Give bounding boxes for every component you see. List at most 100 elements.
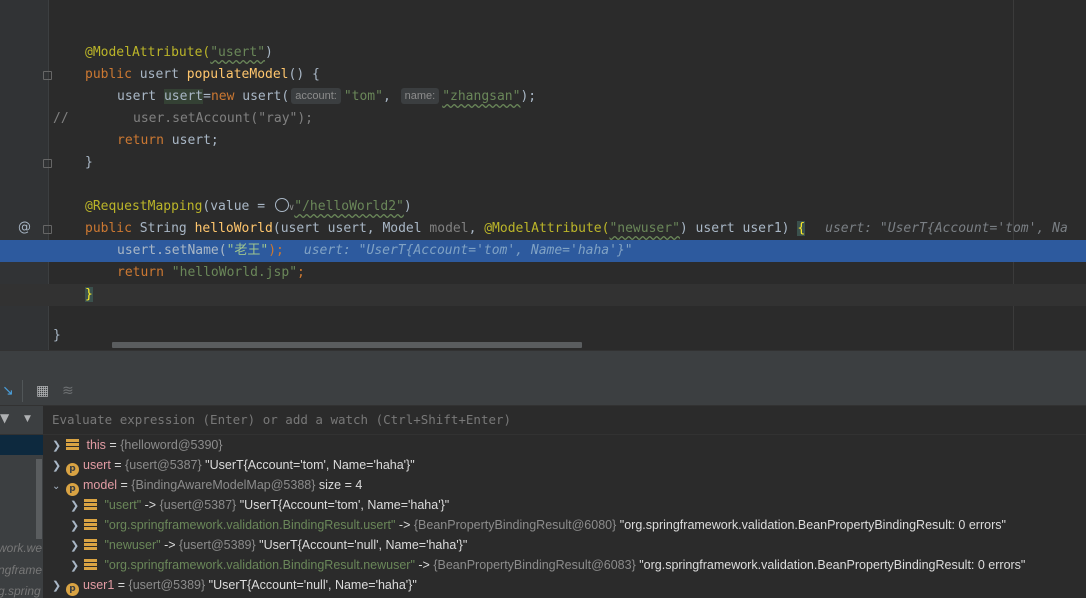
code-text: usert (117, 89, 164, 104)
code-text: usert (139, 67, 187, 82)
variables-panel[interactable]: ❯ this = {helloword@5390} ❯ p usert = {use… (44, 435, 1086, 598)
evaluate-input[interactable]: Evaluate expression (Enter) or add a wat… (52, 412, 511, 427)
code-text: (value = (202, 199, 273, 214)
code-text: ); (520, 89, 537, 104)
code-text: usert; (171, 133, 219, 148)
variable-row[interactable]: ❯ p user1 = {usert@5389} "UserT{Account='n… (52, 575, 417, 596)
frames-toolbar: ▼ ▼ (0, 406, 43, 434)
map-entry-row[interactable]: ❯ "org.springframework.validation.Bindin… (70, 555, 1025, 575)
step-out-icon[interactable]: ↘ (2, 383, 14, 399)
variable: usert (163, 89, 204, 104)
frames-panel[interactable]: work.we ngframe g.spring (0, 435, 43, 598)
map-key: "usert" (104, 498, 142, 512)
map-entry-row[interactable]: ❯ "usert" -> {usert@5387} "UserT{Account… (70, 495, 449, 515)
chevron-right-icon[interactable]: ❯ (70, 496, 84, 516)
string-literal: "helloWorld.jsp" (171, 265, 298, 280)
variable-type: {usert@5389} (179, 538, 256, 552)
parameter-hint: account: (291, 88, 341, 104)
trace-icon[interactable]: ≋ (62, 383, 74, 399)
frame-item[interactable]: work.we (0, 541, 42, 555)
horizontal-scrollbar[interactable] (112, 342, 582, 348)
variable-type: {BindingAwareModelMap@5388} (131, 478, 316, 492)
code-text: usert.setName( (117, 243, 227, 258)
code-text: String (139, 221, 195, 236)
code-line[interactable]: public String helloWorld(usert usert, Mo… (0, 218, 1086, 240)
variable-value: "UserT{Account='null', Name='haha'}" (208, 578, 417, 592)
map-entry-row[interactable]: ❯ "org.springframework.validation.Bindin… (70, 515, 1006, 535)
code-line[interactable]: usert usert=new usert(account: "tom", nam… (0, 86, 1086, 108)
variable-row[interactable]: ⌄ p model = {BindingAwareModelMap@5388} si… (52, 475, 362, 497)
variable-type: {usert@5387} (159, 498, 237, 512)
variable-value: "org.springframework.validation.BeanProp… (619, 518, 1006, 532)
map-key: "org.springframework.validation.BindingR… (104, 558, 415, 572)
filter-icon[interactable]: ▼ (0, 411, 9, 425)
code-line[interactable]: // user.setAccount("ray"); (0, 108, 1086, 130)
matched-brace: } (85, 287, 93, 302)
annotation: @ModelAttribute( (484, 221, 610, 236)
p-icon: p (66, 583, 79, 596)
code-editor[interactable]: @ @ModelAttribute("usert") public usert … (0, 0, 1086, 350)
code-line[interactable]: return usert; (0, 130, 1086, 152)
annotation: @ModelAttribute( (85, 45, 211, 60)
inline-debug-value: usert: "UserT{Account='tom', Name='haha'… (303, 243, 633, 258)
list-icon (84, 499, 97, 510)
method-name: populateModel (186, 67, 289, 82)
debug-toolbar: ↘ ▦ ≋ (0, 379, 1086, 406)
selected-frame[interactable] (0, 435, 43, 455)
code-line[interactable]: return "helloWorld.jsp"; (0, 262, 1086, 284)
frame-item[interactable]: g.spring (0, 584, 41, 598)
chevron-down-icon[interactable]: ▼ (24, 414, 31, 424)
chevron-right-icon[interactable]: ❯ (70, 516, 84, 536)
code-text: ) (265, 45, 273, 60)
chevron-right-icon[interactable]: ❯ (70, 556, 84, 576)
chevron-right-icon[interactable]: ❯ (52, 576, 66, 596)
equals-sign: = (117, 478, 132, 492)
chevron-down-icon[interactable]: ⌄ (52, 477, 66, 497)
code-text: usert( (242, 89, 290, 104)
code-text: ) (403, 199, 412, 214)
variable-name: model (83, 478, 118, 492)
code-text: , (382, 89, 399, 104)
code-line[interactable]: public usert populateModel() { (0, 64, 1086, 86)
comment: // (53, 111, 69, 126)
arrow-separator: -> (414, 558, 434, 572)
map-entry-row[interactable]: ❯ "newuser" -> {usert@5389} "UserT{Accou… (70, 535, 467, 555)
code-text: } (85, 155, 93, 170)
code-line[interactable]: } (0, 152, 1086, 174)
chevron-right-icon[interactable]: ❯ (70, 536, 84, 556)
evaluate-table-icon[interactable]: ▦ (36, 383, 49, 399)
annotation: @RequestMapping (85, 199, 203, 214)
code-text: , (468, 221, 485, 236)
parameter-hint: name: (400, 88, 440, 104)
frame-item[interactable]: ngframe (0, 563, 42, 577)
string-literal: "老王" (226, 243, 269, 258)
variable-value: "UserT{Account='tom', Name='haha'}" (205, 458, 415, 472)
list-icon (84, 539, 97, 550)
code-line[interactable]: @ModelAttribute("usert") (0, 42, 1086, 64)
code-text: () { (288, 67, 320, 82)
unused-parameter: model (429, 221, 469, 236)
globe-icon[interactable] (274, 198, 289, 212)
execution-point-line[interactable]: usert.setName("老王"); usert: "UserT{Accoun… (0, 240, 1086, 262)
variable-row[interactable]: ❯ this = {helloword@5390} (52, 435, 223, 455)
panel-splitter[interactable] (0, 350, 1086, 379)
frames-scrollbar[interactable] (36, 459, 42, 539)
variable-type: {usert@5389} (128, 578, 206, 592)
current-line[interactable]: } (0, 284, 1086, 306)
evaluate-bar[interactable]: ▼ ▼ Evaluate expression (Enter) or add a… (0, 406, 1086, 435)
chevron-right-icon[interactable]: ❯ (52, 456, 66, 476)
variable-row[interactable]: ❯ p usert = {usert@5387} "UserT{Account='t… (52, 455, 415, 476)
keyword: public (85, 67, 140, 82)
string-literal: "usert" (210, 45, 266, 60)
map-key: "org.springframework.validation.BindingR… (104, 518, 396, 532)
toolbar-separator (22, 380, 23, 402)
list-icon (66, 439, 79, 450)
equals-sign: = (110, 458, 126, 472)
chevron-right-icon[interactable]: ❯ (52, 436, 66, 456)
inline-debug-value: usert: "UserT{Account='tom', Na (825, 221, 1068, 236)
code-text: (usert usert, Model (272, 221, 430, 236)
keyword: return (117, 265, 172, 280)
code-text: = (203, 89, 211, 104)
variable-name: usert (83, 458, 111, 472)
code-line[interactable]: @RequestMapping(value = ∨"/helloWorld2") (0, 196, 1086, 218)
